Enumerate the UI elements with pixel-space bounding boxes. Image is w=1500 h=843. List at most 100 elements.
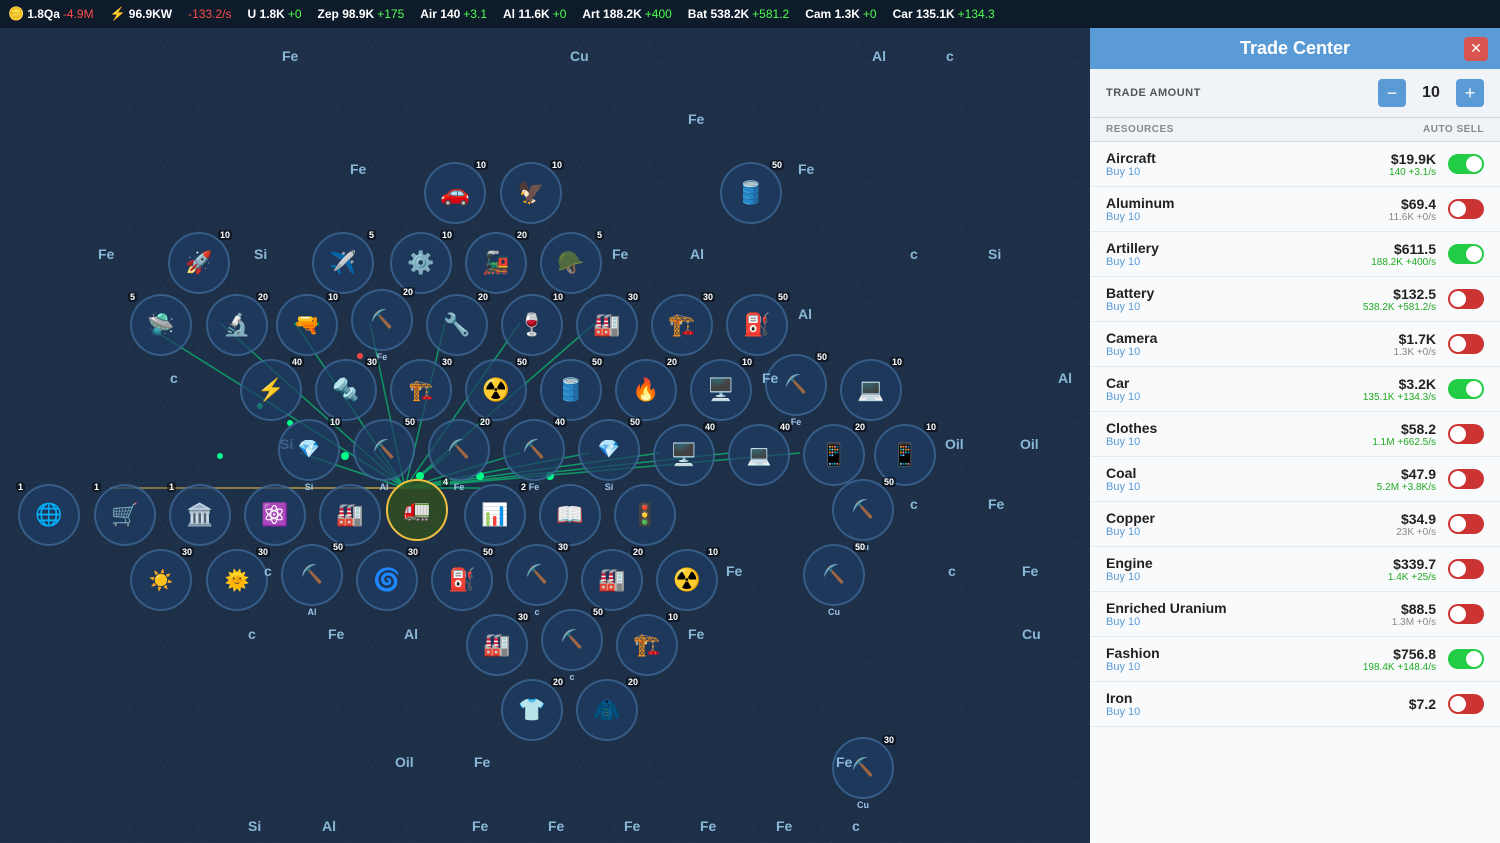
hex-oil-1[interactable]: 🛢️ 50 xyxy=(714,156,788,230)
hex-iron-1[interactable]: ⛏️ 20 Fe xyxy=(345,288,419,362)
buy-button-0[interactable]: Buy 10 xyxy=(1106,166,1356,178)
hex-computer2[interactable]: 💻 40 xyxy=(722,418,796,492)
buy-button-8[interactable]: Buy 10 xyxy=(1106,526,1356,538)
hex-blimp[interactable]: 🦅 10 xyxy=(494,156,568,230)
hex-coal[interactable]: ⛏️ 30 c xyxy=(500,543,574,617)
hex-cart[interactable]: 🛒 1 xyxy=(88,478,162,552)
hex-factory5[interactable]: 🏗️ 10 xyxy=(610,608,684,682)
hex-chart[interactable]: 📊 2 xyxy=(458,478,532,552)
hex-cu-mine[interactable]: ⛏️ 50 Cu xyxy=(826,478,900,552)
hex-car[interactable]: 🚗 10 xyxy=(418,156,492,230)
hex-truck-selected[interactable]: 🚛 4 xyxy=(380,473,454,547)
hex-rocket[interactable]: 🛸 5 xyxy=(124,288,198,362)
hex-factory-main[interactable]: 🏭 xyxy=(313,478,387,552)
trade-list[interactable]: Aircraft Buy 10 $19.9K 140 +3.1/s Alumin… xyxy=(1090,142,1500,843)
hex-windturbine[interactable]: 🌀 30 xyxy=(350,543,424,617)
hex-shirt[interactable]: 🧥 20 xyxy=(570,673,644,747)
price-9: $339.7 xyxy=(1356,556,1436,572)
topbar-art: Art 188.2K +400 xyxy=(582,7,671,21)
price-6: $58.2 xyxy=(1356,421,1436,437)
hex-clothes[interactable]: 👕 20 xyxy=(495,673,569,747)
price-10: $88.5 xyxy=(1356,601,1436,617)
resource-name-8: Copper xyxy=(1106,510,1356,526)
hex-wine[interactable]: 🍷 10 xyxy=(495,288,569,362)
label-c-3: c xyxy=(170,370,178,386)
auto-sell-toggle-3[interactable] xyxy=(1448,289,1484,309)
trade-resource-8: Copper Buy 10 xyxy=(1106,510,1356,538)
auto-sell-toggle-11[interactable] xyxy=(1448,649,1484,669)
map-area[interactable]: Fe Cu Al c Fe 🚗 10 🦅 10 🛢️ 50 Fe Fe Fe S… xyxy=(0,28,1090,843)
hex-solar-2[interactable]: 🌞 30 xyxy=(200,543,274,617)
auto-sell-toggle-12[interactable] xyxy=(1448,694,1484,714)
auto-sell-toggle-1[interactable] xyxy=(1448,199,1484,219)
topbar: 🪙 1.8Qa -4.9M ⚡ 96.9KW -133.2/s U 1.8K +… xyxy=(0,0,1500,28)
auto-sell-toggle-6[interactable] xyxy=(1448,424,1484,444)
hex-oilpump[interactable]: 🛢️ 50 xyxy=(534,353,608,427)
hex-oil-2[interactable]: ⛽ 50 xyxy=(720,288,794,362)
price-col-11: $756.8 198.4K +148.4/s xyxy=(1356,646,1436,673)
buy-button-7[interactable]: Buy 10 xyxy=(1106,481,1356,493)
label-si-4: Si xyxy=(248,818,261,834)
resource-name-1: Aluminum xyxy=(1106,195,1356,211)
label-fe-14: Fe xyxy=(836,754,852,770)
close-button[interactable]: ✕ xyxy=(1464,37,1488,61)
label-c-7: c xyxy=(248,626,256,642)
buy-button-2[interactable]: Buy 10 xyxy=(1106,256,1356,268)
hex-oilpump2[interactable]: ⛽ 50 xyxy=(425,543,499,617)
auto-sell-toggle-9[interactable] xyxy=(1448,559,1484,579)
auto-sell-toggle-7[interactable] xyxy=(1448,469,1484,489)
label-c-2: c xyxy=(910,246,918,262)
hex-laptop[interactable]: 💻 10 xyxy=(834,353,908,427)
auto-sell-toggle-4[interactable] xyxy=(1448,334,1484,354)
buy-button-5[interactable]: Buy 10 xyxy=(1106,391,1356,403)
hex-atom[interactable]: ⚛️ xyxy=(238,478,312,552)
label-al-5: Al xyxy=(404,626,418,642)
hex-cog[interactable]: 🔧 20 xyxy=(420,288,494,362)
col-resources-label: RESOURCES xyxy=(1106,124,1174,135)
hex-iron-2[interactable]: ⛏️ 50 Fe xyxy=(759,353,833,427)
hex-trafficlight[interactable]: 🚦 xyxy=(608,478,682,552)
hex-cu-mine3[interactable]: ⛏️ 30 Cu xyxy=(826,736,900,810)
hex-factory3[interactable]: 🏭 20 xyxy=(575,543,649,617)
hex-nuclear2[interactable]: ☢️ 10 xyxy=(650,543,724,617)
buy-button-6[interactable]: Buy 10 xyxy=(1106,436,1356,448)
hex-globe[interactable]: 🌐 1 xyxy=(12,478,86,552)
trade-resource-9: Engine Buy 10 xyxy=(1106,555,1356,583)
hex-book[interactable]: 📖 xyxy=(533,478,607,552)
label-fe-11: Fe xyxy=(328,626,344,642)
auto-sell-toggle-2[interactable] xyxy=(1448,244,1484,264)
hex-factory-1[interactable]: 🏭 30 xyxy=(570,288,644,362)
buy-button-9[interactable]: Buy 10 xyxy=(1106,571,1356,583)
hex-factory-2[interactable]: 🏗️ 30 xyxy=(645,288,719,362)
buy-button-12[interactable]: Buy 10 xyxy=(1106,706,1356,718)
gold-icon: 🪙 xyxy=(8,6,24,22)
auto-sell-toggle-5[interactable] xyxy=(1448,379,1484,399)
auto-sell-toggle-8[interactable] xyxy=(1448,514,1484,534)
resource-name-10: Enriched Uranium xyxy=(1106,600,1356,616)
hex-factory4[interactable]: 🏭 30 xyxy=(460,608,534,682)
hex-forge[interactable]: 🔥 20 xyxy=(609,353,683,427)
trade-row: Artillery Buy 10 $611.5 188.2K +400/s xyxy=(1090,232,1500,277)
hex-gun[interactable]: 🔫 10 xyxy=(270,288,344,362)
hex-nuclear[interactable]: ☢️ 50 xyxy=(459,353,533,427)
hex-solar-1[interactable]: ☀️ 30 xyxy=(124,543,198,617)
hex-al-mine2[interactable]: ⛏️ 50 Al xyxy=(275,543,349,617)
buy-button-10[interactable]: Buy 10 xyxy=(1106,616,1356,628)
auto-sell-toggle-0[interactable] xyxy=(1448,154,1484,174)
buy-button-4[interactable]: Buy 10 xyxy=(1106,346,1356,358)
hex-battery[interactable]: ⚡ 40 xyxy=(234,353,308,427)
hex-cu-mine2[interactable]: ⛏️ 50 Cu xyxy=(797,543,871,617)
auto-sell-toggle-10[interactable] xyxy=(1448,604,1484,624)
hex-lab[interactable]: 🔬 20 xyxy=(200,288,274,362)
price-2: $611.5 xyxy=(1356,241,1436,257)
hex-building[interactable]: 🏛️ 1 xyxy=(163,478,237,552)
hex-monitor[interactable]: 🖥️ 10 xyxy=(684,353,758,427)
hex-rails[interactable]: 🔩 30 xyxy=(309,353,383,427)
buy-button-11[interactable]: Buy 10 xyxy=(1106,661,1356,673)
hex-steel[interactable]: 🏗️ 30 xyxy=(384,353,458,427)
buy-button-3[interactable]: Buy 10 xyxy=(1106,301,1356,313)
increase-amount-button[interactable]: + xyxy=(1456,79,1484,107)
decrease-amount-button[interactable]: − xyxy=(1378,79,1406,107)
hex-coal-mine[interactable]: ⛏️ 50 c xyxy=(535,608,609,682)
buy-button-1[interactable]: Buy 10 xyxy=(1106,211,1356,223)
